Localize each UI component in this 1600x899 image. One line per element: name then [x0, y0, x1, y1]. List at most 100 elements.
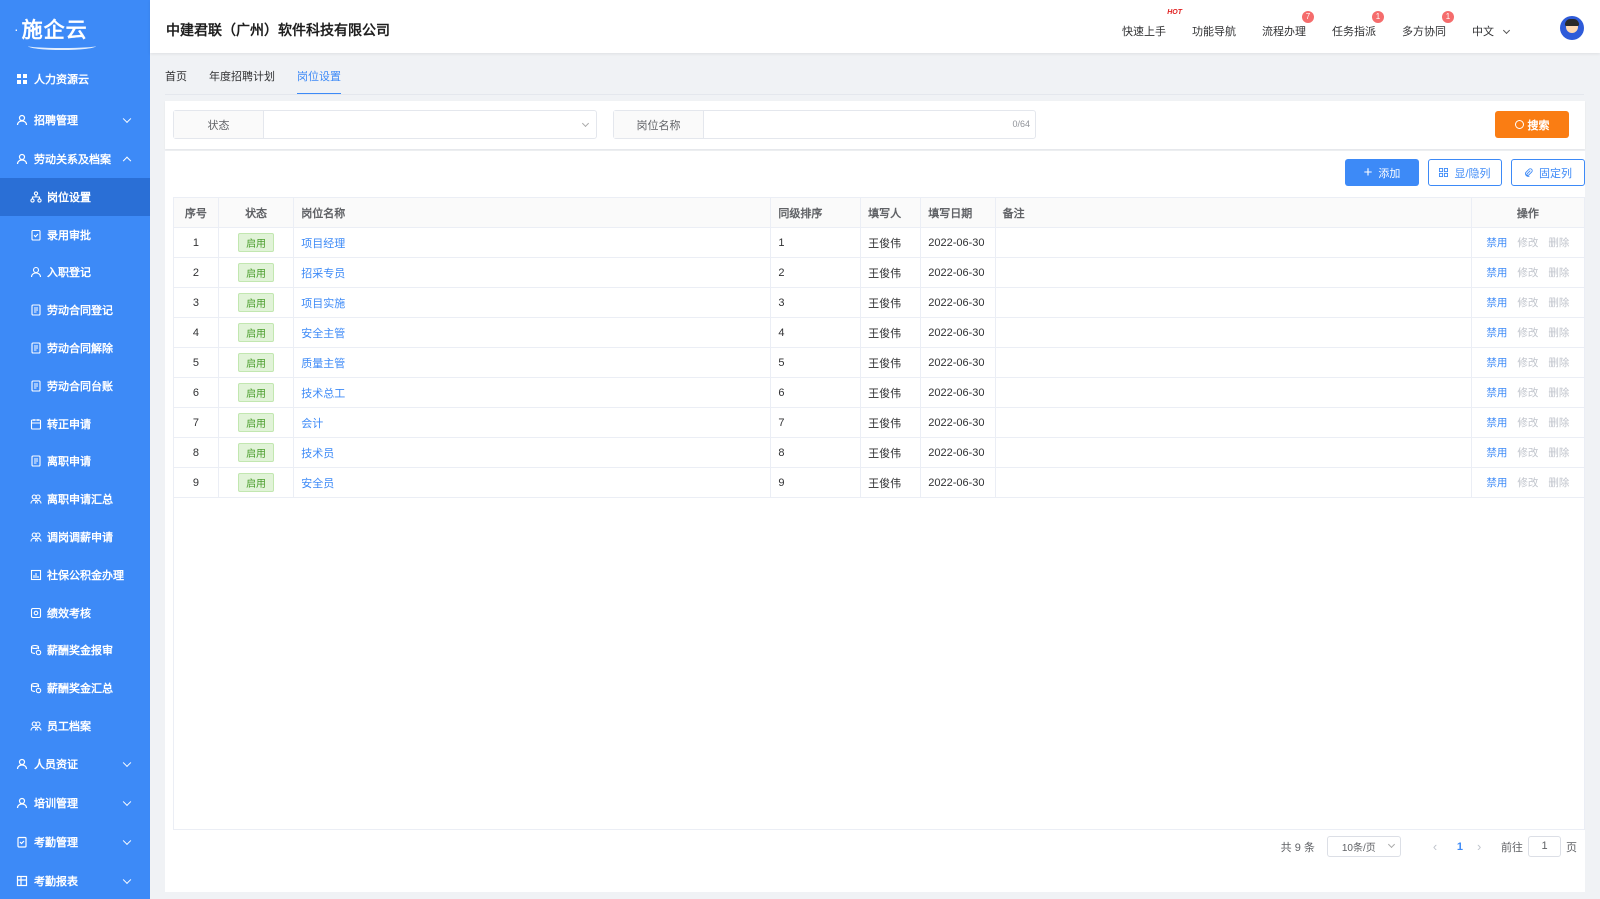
sidebar-subitem[interactable]: 薪酬奖金汇总 — [0, 669, 150, 707]
tab-position-settings[interactable]: 岗位设置 — [297, 68, 341, 95]
delete-button[interactable]: 删除 — [1548, 267, 1569, 279]
name-filter: 岗位名称 0/64 — [613, 110, 1036, 139]
sidebar-subitem[interactable]: 劳动合同登记 — [0, 291, 150, 329]
document-icon — [30, 304, 42, 316]
avatar[interactable] — [1560, 16, 1584, 40]
position-name-link[interactable]: 安全主管 — [301, 328, 345, 340]
menu-group-recruitment[interactable]: 招聘管理 — [0, 100, 150, 139]
sidebar-subitem[interactable]: 劳动合同台账 — [0, 367, 150, 405]
menu-group-attendance-report[interactable]: 考勤报表 — [0, 862, 150, 899]
toggle-columns-button[interactable]: 显/隐列 — [1428, 159, 1502, 186]
disable-button[interactable]: 禁用 — [1486, 267, 1507, 279]
edit-button[interactable]: 修改 — [1517, 477, 1538, 489]
disable-button[interactable]: 禁用 — [1486, 357, 1507, 369]
add-button[interactable]: + 添加 — [1345, 159, 1419, 186]
sidebar-subitem[interactable]: 薪酬奖金报审 — [0, 632, 150, 670]
sidebar-subitem[interactable]: 社保公积金办理 — [0, 556, 150, 594]
sidebar-subitem-label: 薪酬奖金汇总 — [47, 683, 113, 696]
sidebar-subitem[interactable]: 转正申请 — [0, 405, 150, 443]
sidebar-subitem[interactable]: 调岗调薪申请 — [0, 518, 150, 556]
position-name-link[interactable]: 招采专员 — [301, 268, 345, 280]
cell-name: 安全员 — [293, 467, 772, 498]
prev-page-icon[interactable]: ‹ — [1433, 839, 1443, 854]
cell-status: 启用 — [217, 227, 295, 258]
status-select[interactable] — [264, 111, 596, 138]
char-counter: 0/64 — [1012, 119, 1030, 129]
search-button[interactable]: 搜索 — [1495, 111, 1569, 138]
delete-button[interactable]: 删除 — [1548, 297, 1569, 309]
edit-button[interactable]: 修改 — [1517, 417, 1538, 429]
sidebar-subitem[interactable]: 录用审批 — [0, 216, 150, 254]
table-row: 9 启用 安全员 9 王俊伟 2022-06-30 禁用 修改 删除 — [173, 467, 1586, 498]
goto-label: 前往 — [1501, 841, 1523, 854]
nav-collaboration[interactable]: 多方协同 1 — [1402, 11, 1454, 39]
nav-task-assign[interactable]: 任务指派 1 — [1332, 11, 1384, 39]
menu-group-training[interactable]: 培训管理 — [0, 784, 150, 823]
sidebar-subitem[interactable]: 离职申请汇总 — [0, 480, 150, 518]
language-select[interactable]: 中文 — [1472, 23, 1511, 39]
edit-button[interactable]: 修改 — [1517, 297, 1538, 309]
status-badge: 启用 — [238, 473, 275, 492]
edit-button[interactable]: 修改 — [1517, 267, 1538, 279]
status-badge: 启用 — [238, 233, 275, 252]
sidebar-subitem[interactable]: 员工档案 — [0, 707, 150, 745]
delete-button[interactable]: 删除 — [1548, 447, 1569, 459]
delete-button[interactable]: 删除 — [1548, 237, 1569, 249]
menu-item-hr-cloud[interactable]: 人力资源云 — [0, 58, 150, 100]
name-filter-label: 岗位名称 — [614, 111, 704, 138]
position-name-link[interactable]: 技术总工 — [301, 388, 345, 400]
position-name-link[interactable]: 项目经理 — [301, 238, 345, 250]
nav-function-guide[interactable]: 功能导航 — [1192, 23, 1236, 39]
edit-button[interactable]: 修改 — [1517, 387, 1538, 399]
disable-button[interactable]: 禁用 — [1486, 387, 1507, 399]
delete-button[interactable]: 删除 — [1548, 417, 1569, 429]
delete-button[interactable]: 删除 — [1548, 327, 1569, 339]
tab-annual-recruitment[interactable]: 年度招聘计划 — [209, 68, 275, 95]
sidebar-subitem[interactable]: 岗位设置 — [0, 178, 150, 216]
edit-button[interactable]: 修改 — [1517, 327, 1538, 339]
sidebar-subitem[interactable]: 绩效考核 — [0, 594, 150, 632]
next-page-icon[interactable]: › — [1477, 839, 1487, 854]
edit-button[interactable]: 修改 — [1517, 447, 1538, 459]
position-name-link[interactable]: 技术员 — [301, 448, 334, 460]
disable-button[interactable]: 禁用 — [1486, 477, 1507, 489]
edit-button[interactable]: 修改 — [1517, 237, 1538, 249]
disable-button[interactable]: 禁用 — [1486, 327, 1507, 339]
menu-group-label: 考勤报表 — [34, 876, 78, 889]
pin-columns-button[interactable]: 固定列 — [1511, 159, 1585, 186]
tab-home[interactable]: 首页 — [165, 68, 187, 95]
cell-status: 启用 — [217, 257, 295, 288]
disable-button[interactable]: 禁用 — [1486, 237, 1507, 249]
menu-group-qualifications[interactable]: 人员资证 — [0, 745, 150, 784]
nav-process[interactable]: 流程办理 7 — [1262, 11, 1314, 39]
nav-quick-start[interactable]: 快速上手 HOT — [1122, 9, 1182, 39]
delete-button[interactable]: 删除 — [1548, 357, 1569, 369]
clipboard-check-icon — [30, 229, 42, 241]
grid-icon — [1439, 168, 1449, 177]
logo[interactable]: · 施企云 — [0, 0, 150, 58]
delete-button[interactable]: 删除 — [1548, 387, 1569, 399]
disable-button[interactable]: 禁用 — [1486, 297, 1507, 309]
position-name-link[interactable]: 安全员 — [301, 478, 334, 490]
position-name-input[interactable]: 0/64 — [704, 111, 1035, 138]
sidebar-subitem[interactable]: 离职申请 — [0, 443, 150, 481]
position-name-link[interactable]: 会计 — [301, 418, 323, 430]
cell-order: 7 — [770, 407, 862, 438]
delete-button[interactable]: 删除 — [1548, 477, 1569, 489]
user-icon — [16, 153, 28, 165]
cell-order: 4 — [770, 317, 862, 348]
sidebar-subitem[interactable]: 劳动合同解除 — [0, 329, 150, 367]
disable-button[interactable]: 禁用 — [1486, 447, 1507, 459]
menu-group-labor-relations[interactable]: 劳动关系及档案 — [0, 139, 150, 178]
disable-button[interactable]: 禁用 — [1486, 417, 1507, 429]
edit-button[interactable]: 修改 — [1517, 357, 1538, 369]
page-number[interactable]: 1 — [1457, 841, 1463, 853]
goto-page-input[interactable]: 1 — [1528, 836, 1561, 857]
position-name-link[interactable]: 项目实施 — [301, 298, 345, 310]
sidebar-subitem[interactable]: 入职登记 — [0, 254, 150, 292]
position-name-link[interactable]: 质量主管 — [301, 358, 345, 370]
cell-author: 王俊伟 — [860, 317, 922, 348]
menu-group-attendance[interactable]: 考勤管理 — [0, 823, 150, 862]
page-size-select[interactable]: 10条/页 — [1326, 836, 1401, 857]
table-row: 3 启用 项目实施 3 王俊伟 2022-06-30 禁用 修改 删除 — [173, 287, 1586, 318]
